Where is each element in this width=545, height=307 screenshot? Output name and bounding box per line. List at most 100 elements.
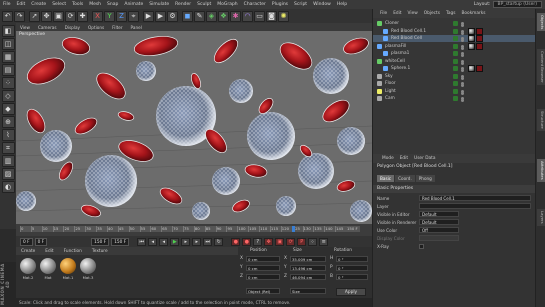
rotate-icon[interactable]: ⟳ [65,10,76,22]
bend-icon[interactable]: ◠ [242,10,253,22]
object-name[interactable]: Red Blood Cell [391,35,422,42]
visible-renderer-dropdown[interactable]: Default [419,219,459,225]
prev-frame-icon[interactable]: ◂ [159,237,169,246]
menu-select[interactable]: Select [49,2,69,7]
timeline-menu-icon[interactable]: ≡ [319,237,329,246]
object-name[interactable]: Light [385,88,396,95]
material-tag-icon[interactable] [468,65,475,72]
perspective-viewport[interactable]: Perspective [16,31,372,224]
sculpt-icon[interactable]: ◐ [1,181,15,193]
menu-create[interactable]: Create [28,2,49,7]
menu-tools[interactable]: Tools [69,2,86,7]
use-color-dropdown[interactable]: Off [419,227,459,233]
point-level-key-icon[interactable]: ⁘ [308,237,318,246]
enable-check-icon[interactable] [453,88,458,94]
menu-plugins[interactable]: Plugins [269,2,291,7]
autokey-icon[interactable]: ● [242,237,252,246]
menu-snap[interactable]: Snap [104,2,121,7]
object-name[interactable]: whiteCell [385,58,405,65]
timeline-playhead[interactable] [291,226,295,232]
menu-file[interactable]: File [0,2,14,7]
coordinate-mode-dropdown[interactable]: Object (Rel) [246,288,280,294]
display-color-swatch[interactable] [419,235,459,241]
menu-animate[interactable]: Animate [121,2,146,7]
polygons-mode-icon[interactable]: ◆ [1,103,15,115]
viewport-menu-display[interactable]: Display [61,25,84,30]
attribute-menu-userdata[interactable]: User Data [411,156,438,161]
enable-check-icon[interactable] [453,58,458,64]
menu-edit[interactable]: Edit [14,2,29,7]
object-row[interactable]: Floor [373,80,536,87]
right-tab-objects[interactable]: Objects [537,13,545,32]
size-y-input[interactable]: 13.496 cm [290,265,326,271]
next-frame-icon[interactable]: ▸ [181,237,191,246]
object-menu-view[interactable]: View [405,11,421,16]
enable-check-icon[interactable] [453,51,458,56]
size-z-input[interactable]: 46.094 cm [290,274,326,280]
render-picture-viewer-icon[interactable]: ▶ [155,10,166,22]
workplane-icon[interactable]: ▤ [1,64,15,76]
enable-check-icon[interactable] [453,73,458,79]
material-swatch[interactable]: Mat [40,258,56,280]
object-name[interactable]: Cam [385,95,395,102]
material-tag-icon[interactable] [476,42,483,50]
y-axis-icon[interactable]: Y [104,10,115,22]
viewport-menu-view[interactable]: View [16,25,34,30]
floor-icon[interactable]: ▭ [254,10,265,22]
layer-input[interactable] [419,203,531,209]
viewport-menu-panel[interactable]: Panel [127,25,146,30]
object-name[interactable]: plasma1 [391,50,409,57]
start-frame-field[interactable]: 0 F [20,237,33,246]
scale-icon[interactable]: ▣ [53,10,64,22]
material-tag-icon[interactable] [476,35,483,42]
right-tab-content-browser[interactable]: Content Browser [537,49,545,85]
subdivision-icon[interactable]: ◈ [206,10,217,22]
pen-icon[interactable]: ✎ [194,10,205,22]
render-settings-icon[interactable]: ⚙ [167,10,178,22]
position-x-input[interactable]: 0 cm [246,256,280,262]
coordinate-system-icon[interactable]: ⌖ [128,10,139,22]
model-mode-icon[interactable]: ◫ [1,38,15,50]
enable-check-icon[interactable] [453,36,458,41]
menu-render[interactable]: Render [172,2,194,7]
enable-check-icon[interactable] [453,43,458,49]
rotation-p-input[interactable]: 0 ° [336,265,368,271]
attribute-menu-edit[interactable]: Edit [397,156,411,161]
rotation-b-input[interactable]: 0 ° [336,274,368,280]
live-selection-icon[interactable]: ➚ [29,10,40,22]
object-menu-bookmarks[interactable]: Bookmarks [458,11,488,16]
material-menu-edit[interactable]: Edit [40,249,58,254]
apply-button[interactable]: Apply [336,288,366,296]
right-tab-layers[interactable]: Layers [537,209,545,226]
cube-icon[interactable]: ◼ [182,10,193,22]
array-icon[interactable]: ❖ [218,10,229,22]
material-menu-function[interactable]: Function [59,249,87,254]
z-axis-icon[interactable]: Z [116,10,127,22]
light-icon[interactable]: ✺ [278,10,289,22]
name-input[interactable]: Red Blood Cell.1 [419,195,531,201]
enable-check-icon[interactable] [453,66,458,71]
visible-editor-dropdown[interactable]: Default [419,211,459,217]
keyframe-selection-icon[interactable]: ? [253,237,263,246]
axis-mode-icon[interactable]: ⊕ [1,116,15,128]
enable-check-icon[interactable] [453,81,458,86]
material-tag-icon[interactable] [468,27,475,35]
current-frame-field[interactable]: 0 F [34,237,48,246]
render-visibility-dot-icon[interactable] [461,99,464,102]
object-row[interactable]: Sky [373,73,536,80]
snap-icon[interactable]: ⌗ [1,142,15,154]
enable-check-icon[interactable] [453,96,458,101]
size-mode-dropdown[interactable]: Size [290,288,326,294]
end-frame-field[interactable]: 150 F [91,237,110,246]
goto-start-icon[interactable]: ⏮ [137,237,147,246]
camera-icon[interactable]: ◙ [266,10,277,22]
menu-help[interactable]: Help [334,2,350,7]
material-swatch[interactable]: Mat.3 [80,258,96,280]
menu-sculpt[interactable]: Sculpt [194,2,214,7]
object-row[interactable]: Red Blood Cell [373,35,536,42]
x-axis-icon[interactable]: X [92,10,103,22]
object-row[interactable]: whiteCell [373,58,536,65]
loop-icon[interactable]: ↻ [214,237,224,246]
viewport-menu-cameras[interactable]: Cameras [34,25,61,30]
size-x-input[interactable]: 35.009 cm [290,256,326,262]
